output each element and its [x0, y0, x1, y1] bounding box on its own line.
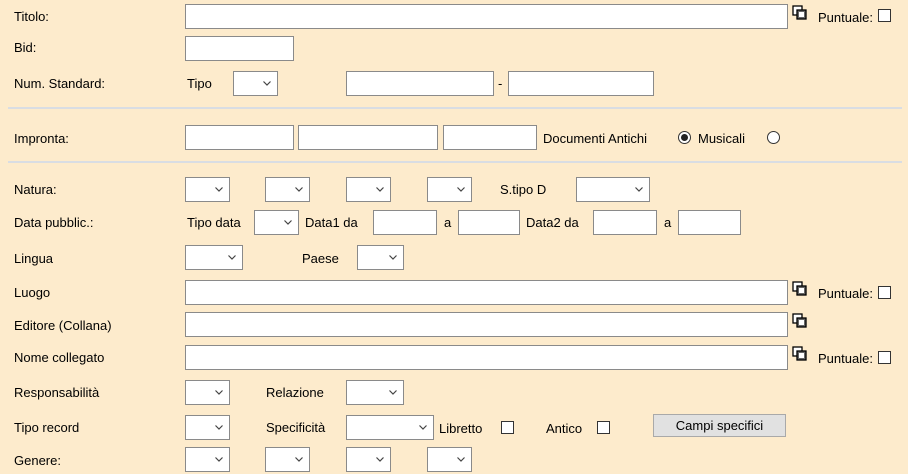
- impronta-input-2[interactable]: [298, 125, 438, 150]
- libretto-label: Libretto: [439, 421, 483, 436]
- chevron-down-icon: [389, 390, 397, 395]
- specificita-select[interactable]: [346, 415, 434, 440]
- data2-da-label: Data2 da: [526, 215, 579, 230]
- natura-select-1[interactable]: [185, 177, 230, 202]
- num-standard-input-2[interactable]: [508, 71, 654, 96]
- puntuale-luogo-checkbox[interactable]: [878, 286, 891, 299]
- data1-da-label: Data1 da: [305, 215, 358, 230]
- natura-select-2[interactable]: [265, 177, 310, 202]
- chevron-down-icon: [215, 390, 223, 395]
- data2-a-label: a: [664, 215, 672, 230]
- antico-label: Antico: [546, 421, 583, 436]
- chevron-down-icon: [376, 187, 384, 192]
- chevron-down-icon: [215, 187, 223, 192]
- editore-collana-label: Editore (Collana): [14, 318, 112, 333]
- data2-da-input[interactable]: [593, 210, 657, 235]
- dash-label: -: [498, 76, 503, 91]
- puntuale-titolo-checkbox[interactable]: [878, 9, 891, 22]
- relazione-label: Relazione: [266, 385, 324, 400]
- tipo-data-select[interactable]: [254, 210, 299, 235]
- libretto-checkbox[interactable]: [501, 421, 514, 434]
- copy-icon[interactable]: [792, 346, 808, 362]
- titolo-input[interactable]: [185, 4, 788, 29]
- copy-icon[interactable]: [792, 281, 808, 297]
- responsabilita-select[interactable]: [185, 380, 230, 405]
- chevron-down-icon: [457, 457, 465, 462]
- stipo-d-select[interactable]: [576, 177, 650, 202]
- copy-icon[interactable]: [792, 5, 808, 21]
- chevron-down-icon: [215, 425, 223, 430]
- lingua-label: Lingua: [14, 251, 54, 266]
- chevron-down-icon: [295, 187, 303, 192]
- genere-select-1[interactable]: [185, 447, 230, 472]
- data1-a-label: a: [444, 215, 452, 230]
- responsabilita-label: Responsabilità: [14, 385, 100, 400]
- data1-a-input[interactable]: [458, 210, 520, 235]
- musicali-radio[interactable]: [767, 131, 780, 144]
- impronta-input-1[interactable]: [185, 125, 294, 150]
- chevron-down-icon: [389, 255, 397, 260]
- musicali-label: Musicali: [698, 131, 745, 146]
- luogo-label: Luogo: [14, 285, 51, 300]
- bid-label: Bid:: [14, 40, 37, 55]
- stipo-d-label: S.tipo D: [500, 182, 547, 197]
- genere-label: Genere:: [14, 453, 61, 468]
- copy-icon[interactable]: [792, 313, 808, 329]
- impronta-label: Impronta:: [14, 131, 69, 146]
- num-standard-input-1[interactable]: [346, 71, 494, 96]
- chevron-down-icon: [376, 457, 384, 462]
- lingua-select[interactable]: [185, 245, 243, 270]
- chevron-down-icon: [215, 457, 223, 462]
- genere-select-2[interactable]: [265, 447, 310, 472]
- relazione-select[interactable]: [346, 380, 404, 405]
- natura-select-3[interactable]: [346, 177, 391, 202]
- data1-da-input[interactable]: [373, 210, 437, 235]
- puntuale-titolo-label: Puntuale:: [818, 10, 873, 25]
- natura-select-4[interactable]: [427, 177, 472, 202]
- titolo-label: Titolo:: [14, 9, 49, 24]
- data2-a-input[interactable]: [678, 210, 741, 235]
- antico-checkbox[interactable]: [597, 421, 610, 434]
- editore-collana-input[interactable]: [185, 312, 788, 337]
- luogo-input[interactable]: [185, 280, 788, 305]
- documenti-antichi-radio[interactable]: [678, 131, 691, 144]
- tipo-record-label: Tipo record: [14, 420, 80, 435]
- impronta-input-3[interactable]: [443, 125, 537, 150]
- data-pubblic-label: Data pubblic.:: [14, 215, 94, 230]
- puntuale-luogo-label: Puntuale:: [818, 286, 873, 301]
- nome-collegato-input[interactable]: [185, 345, 788, 370]
- chevron-down-icon: [295, 457, 303, 462]
- chevron-down-icon: [284, 220, 292, 225]
- genere-select-3[interactable]: [346, 447, 391, 472]
- tipo-label: Tipo: [187, 76, 212, 91]
- chevron-down-icon: [228, 255, 236, 260]
- tipo-data-label: Tipo data: [187, 215, 241, 230]
- genere-select-4[interactable]: [427, 447, 472, 472]
- puntuale-nome-label: Puntuale:: [818, 351, 873, 366]
- tipo-record-select[interactable]: [185, 415, 230, 440]
- bid-input[interactable]: [185, 36, 294, 61]
- natura-label: Natura:: [14, 182, 57, 197]
- tipo-select[interactable]: [233, 71, 278, 96]
- chevron-down-icon: [263, 81, 271, 86]
- paese-select[interactable]: [357, 245, 404, 270]
- separator: [8, 107, 902, 109]
- chevron-down-icon: [635, 187, 643, 192]
- puntuale-nome-checkbox[interactable]: [878, 351, 891, 364]
- separator: [8, 161, 902, 163]
- campi-specifici-button[interactable]: Campi specifici: [653, 414, 786, 437]
- documenti-antichi-label: Documenti Antichi: [543, 131, 648, 146]
- num-standard-label: Num. Standard:: [14, 76, 106, 91]
- paese-label: Paese: [302, 251, 339, 266]
- nome-collegato-label: Nome collegato: [14, 350, 105, 365]
- specificita-label: Specificità: [266, 420, 326, 435]
- chevron-down-icon: [419, 425, 427, 430]
- chevron-down-icon: [457, 187, 465, 192]
